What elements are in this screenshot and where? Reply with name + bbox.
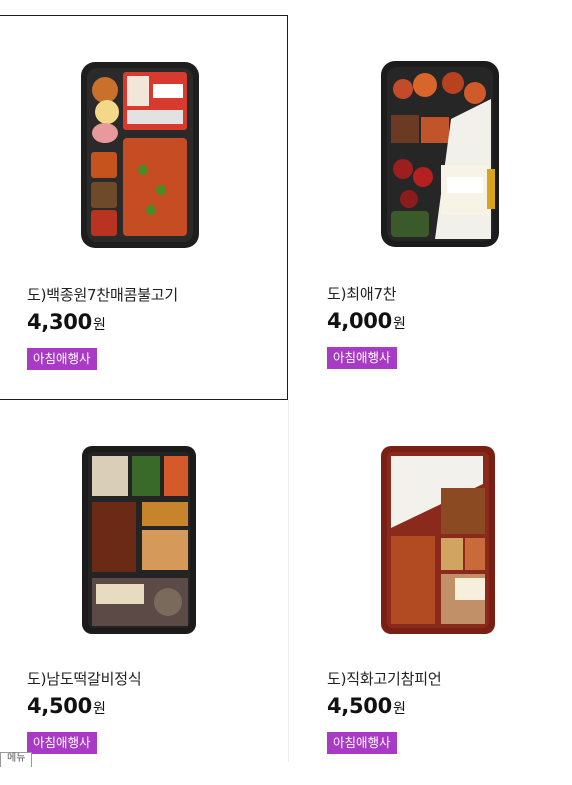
product-image-1[interactable] — [79, 60, 203, 250]
product-name[interactable]: 도)백종원7찬매콤불고기 — [27, 284, 178, 305]
product-price: 4,300원 — [27, 310, 106, 334]
product-card-3[interactable]: 도)남도떡갈비정식 4,500원 아침애행사 — [0, 400, 288, 785]
price-value: 4,300 — [27, 310, 92, 334]
product-name[interactable]: 도)남도떡갈비정식 — [27, 668, 142, 689]
promo-badge: 아침애행사 — [327, 347, 397, 369]
price-value: 4,500 — [27, 694, 92, 718]
promo-badge: 아침애행사 — [27, 732, 97, 754]
product-price: 4,500원 — [327, 694, 406, 718]
product-image-4[interactable] — [379, 444, 503, 634]
product-card-2[interactable]: 도)최애7찬 4,000원 아침애행사 — [289, 15, 572, 400]
product-name[interactable]: 도)직화고기참피언 — [327, 668, 442, 689]
price-value: 4,000 — [327, 309, 392, 333]
product-name[interactable]: 도)최애7찬 — [327, 283, 397, 304]
price-unit: 원 — [392, 316, 406, 332]
product-image-3[interactable] — [80, 444, 204, 634]
product-card-4[interactable]: 도)직화고기참피언 4,500원 아침애행사 — [289, 400, 572, 785]
price-unit: 원 — [92, 701, 106, 717]
price-unit: 원 — [92, 317, 106, 333]
price-value: 4,500 — [327, 694, 392, 718]
price-unit: 원 — [392, 701, 406, 717]
product-price: 4,000원 — [327, 309, 406, 333]
product-price: 4,500원 — [27, 694, 106, 718]
promo-badge: 아침애행사 — [327, 732, 397, 754]
promo-badge: 아침애행사 — [27, 348, 97, 370]
product-grid: 도)백종원7찬매콤불고기 4,300원 아침애행사 도)최애7찬 4,000원 … — [0, 0, 572, 767]
product-image-2[interactable] — [379, 59, 503, 249]
product-card-1[interactable]: 도)백종원7찬매콤불고기 4,300원 아침애행사 — [0, 15, 288, 400]
menu-tab[interactable]: 메뉴 — [0, 752, 33, 767]
